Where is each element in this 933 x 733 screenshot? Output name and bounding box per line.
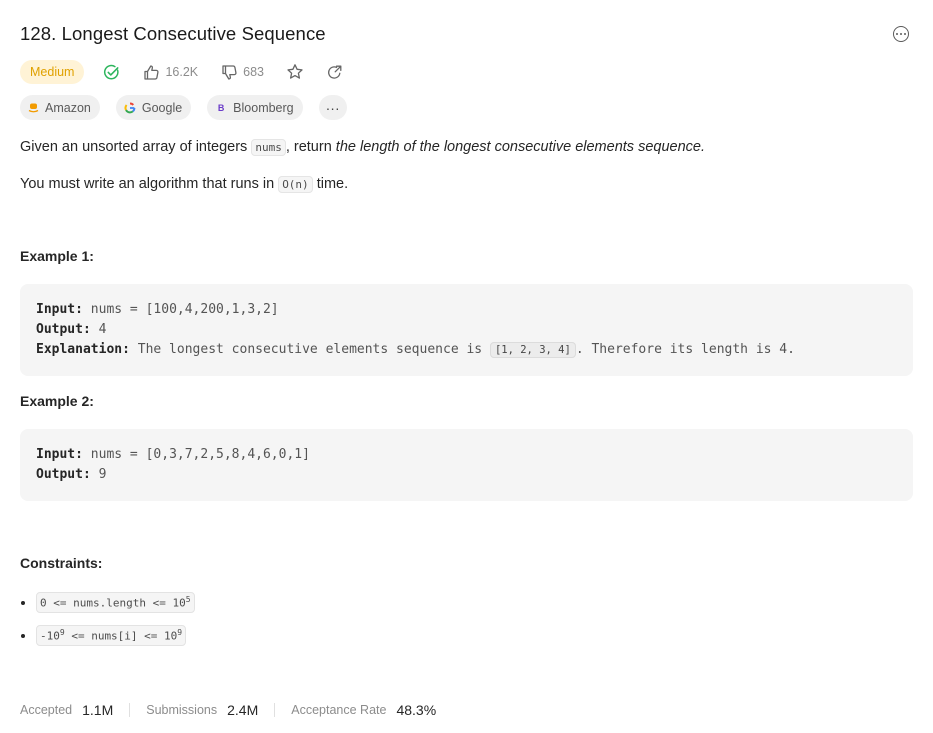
tag-google[interactable]: Google <box>115 95 192 120</box>
example-2-heading: Example 2: <box>20 393 94 409</box>
thumbs-down-icon <box>222 64 237 80</box>
dislike-button[interactable]: 683 <box>221 64 264 81</box>
problem-title: 128. Longest Consecutive Sequence <box>20 23 326 44</box>
bloomberg-logo-icon: B <box>217 102 225 113</box>
difficulty-badge[interactable]: Medium <box>20 60 85 84</box>
inline-code: nums <box>251 139 286 156</box>
company-tags: Amazon Google B Bloomberg ··· <box>20 95 347 120</box>
example-input: nums = [0,3,7,2,5,8,4,6,0,1] <box>90 447 310 462</box>
description-paragraph-2: You must write an algorithm that runs in… <box>20 176 349 193</box>
acceptance-rate-label: Acceptance Rate <box>291 703 387 717</box>
example-2-block: Input: nums = [0,3,7,2,5,8,4,6,0,1] Outp… <box>20 429 913 501</box>
tag-label: Bloomberg <box>233 100 294 115</box>
thumbs-up-icon <box>144 64 160 80</box>
amazon-logo-icon <box>28 103 39 113</box>
example-1-heading: Example 1: <box>20 248 94 264</box>
meta-row: Medium 16.2K 683 <box>20 60 343 84</box>
example-output: 9 <box>98 467 107 482</box>
tag-amazon[interactable]: Amazon <box>20 95 100 120</box>
tag-label: Amazon <box>45 100 91 115</box>
inline-code: O(n) <box>278 176 313 193</box>
divider <box>274 703 276 717</box>
example-input: nums = [100,4,200,1,3,2] <box>90 302 279 317</box>
share-icon[interactable] <box>326 64 343 81</box>
acceptance-rate-value: 48.3% <box>396 702 437 718</box>
more-tags-button[interactable]: ··· <box>318 95 347 120</box>
constraint-item: -109 <= nums[i] <= 109 <box>36 625 195 658</box>
dislikes-count: 683 <box>243 65 264 79</box>
likes-count: 16.2K <box>165 65 199 79</box>
accepted-value: 1.1M <box>82 702 114 718</box>
tag-bloomberg[interactable]: B Bloomberg <box>207 95 303 120</box>
description-paragraph-1: Given an unsorted array of integers nums… <box>20 139 705 156</box>
more-icon[interactable] <box>893 26 909 42</box>
submissions-value: 2.4M <box>227 702 259 718</box>
example-output: 4 <box>98 322 107 337</box>
google-logo-icon <box>124 102 136 113</box>
check-circle-icon <box>103 64 120 81</box>
title-row: 128. Longest Consecutive Sequence <box>20 22 913 48</box>
like-button[interactable]: 16.2K <box>143 64 198 81</box>
submissions-label: Submissions <box>146 703 218 717</box>
tag-label: Google <box>141 100 183 115</box>
example-1-block: Input: nums = [100,4,200,1,3,2] Output: … <box>20 284 913 376</box>
constraints-heading: Constraints: <box>20 555 103 571</box>
constraint-item: 0 <= nums.length <= 105 <box>36 592 195 625</box>
inline-code: [1, 2, 3, 4] <box>489 342 576 358</box>
accepted-label: Accepted <box>20 703 73 717</box>
star-icon[interactable] <box>286 63 304 81</box>
submission-stats: Accepted 1.1M Submissions 2.4M Acceptanc… <box>20 700 436 720</box>
divider <box>129 703 131 717</box>
constraints-list: 0 <= nums.length <= 105 -109 <= nums[i] … <box>20 592 195 658</box>
